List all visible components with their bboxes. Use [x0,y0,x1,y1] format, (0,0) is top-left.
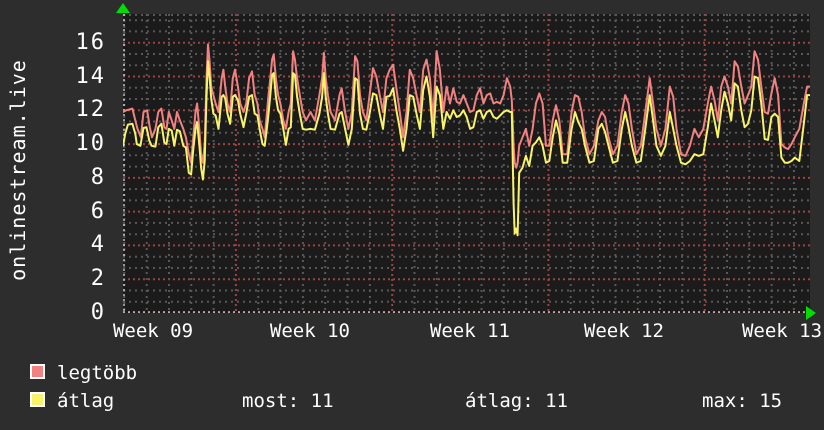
legend-label-atlag: átlag [57,390,115,412]
chart-canvas [123,14,810,313]
y-axis-tick-label: 12 [75,97,106,123]
y-axis-tick-label: 10 [75,131,106,157]
x-axis-tick-label: Week 10 [269,320,350,342]
legend-item-atlag: átlag most: 11 átlag: 11 max: 15 [30,391,820,413]
y-axis-tick-label: 6 [90,198,106,224]
legend-swatch-yellow [30,392,45,407]
y-axis-tick-label: 2 [90,266,106,292]
rrdtool-graph-screenshot: onlinestream.live 0 2 4 6 8 10 12 14 16 Week 09 W… [0,0,824,430]
y-axis-tick-label: 14 [75,63,106,89]
stat-most: most: 11 [242,390,334,412]
time-series-chart [123,14,810,313]
y-axis-tick-label: 4 [90,232,106,258]
y-axis-tick-label: 0 [90,300,106,325]
x-axis-tick-label: Week 11 [429,320,510,342]
stat-atlag: átlag: 11 [465,390,568,412]
x-axis-tick-label: Week 12 [583,320,664,342]
x-axis-tick-label: Week 13 [741,320,823,342]
x-axis-arrow-icon [806,306,816,320]
x-axis-tick-label: Week 09 [112,320,194,342]
legend-label-legtobb: legtöbb [57,362,138,384]
y-axis-tick-label: 16 [75,29,106,55]
y-axis-arrow-icon [116,3,130,13]
y-axis-tick-label: 8 [90,164,106,190]
legend-swatch-pink [30,364,45,379]
stat-max: max: 15 [702,390,783,412]
